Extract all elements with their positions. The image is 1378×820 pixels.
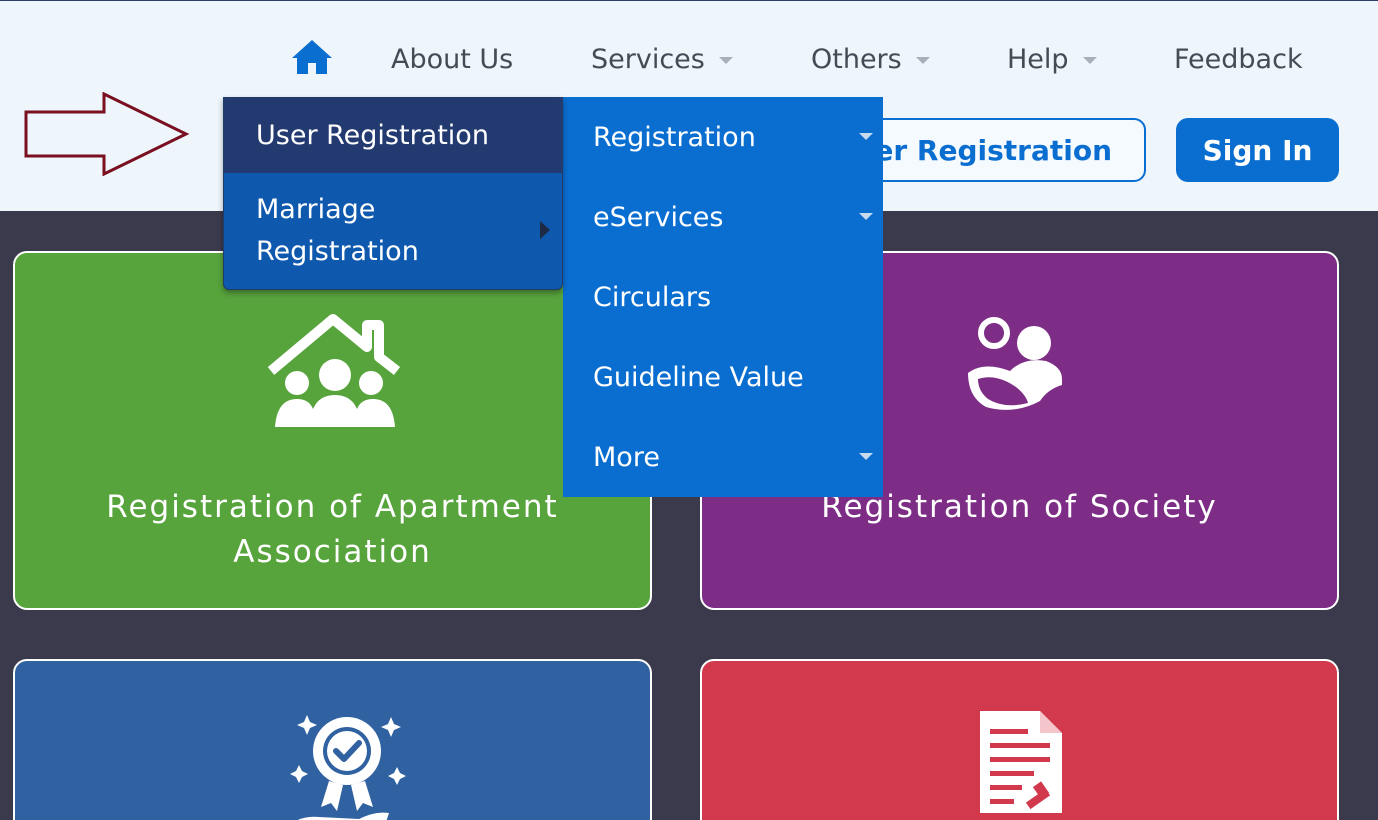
nav-feedback[interactable]: Feedback [1174, 39, 1303, 79]
sign-in-button[interactable]: Sign In [1176, 118, 1339, 182]
nav-services[interactable]: Services [591, 39, 733, 79]
menu-item-guideline-value[interactable]: Guideline Value [563, 337, 883, 417]
nav-help[interactable]: Help [1007, 39, 1097, 79]
menu-item-registration[interactable]: Registration [563, 97, 883, 177]
family-house-icon [267, 314, 401, 427]
submenu-item-marriage-registration[interactable]: Marriage Registration [224, 173, 562, 289]
card-document[interactable] [700, 659, 1339, 820]
nav-others[interactable]: Others [811, 39, 930, 79]
services-dropdown-menu: Registration eServices Circulars Guideli… [563, 97, 883, 497]
menu-item-eservices[interactable]: eServices [563, 177, 883, 257]
chevron-down-icon [1082, 56, 1097, 64]
nav-about-us[interactable]: About Us [391, 39, 513, 79]
user-registration-button[interactable]: User Registration [840, 118, 1146, 182]
chevron-down-icon [718, 56, 733, 64]
card-certificate[interactable] [13, 659, 652, 820]
society-people-icon [968, 317, 1062, 410]
menu-item-more[interactable]: More [563, 417, 883, 497]
card-apartment-association[interactable]: Registration of Apartment Association [13, 251, 652, 610]
annotation-arrow-icon [24, 92, 190, 176]
chevron-down-icon [859, 133, 873, 140]
certificate-badge-icon [290, 715, 406, 820]
registration-submenu: User Registration Marriage Registration [223, 97, 563, 290]
chevron-down-icon [915, 56, 930, 64]
card-title: Registration of Apartment Association [106, 489, 559, 570]
chevron-down-icon [859, 453, 873, 460]
submenu-item-user-registration[interactable]: User Registration [224, 98, 562, 173]
home-icon[interactable] [291, 38, 333, 76]
document-stamp-icon [980, 711, 1062, 813]
menu-item-circulars[interactable]: Circulars [563, 257, 883, 337]
chevron-right-icon [540, 221, 550, 239]
chevron-down-icon [859, 213, 873, 220]
